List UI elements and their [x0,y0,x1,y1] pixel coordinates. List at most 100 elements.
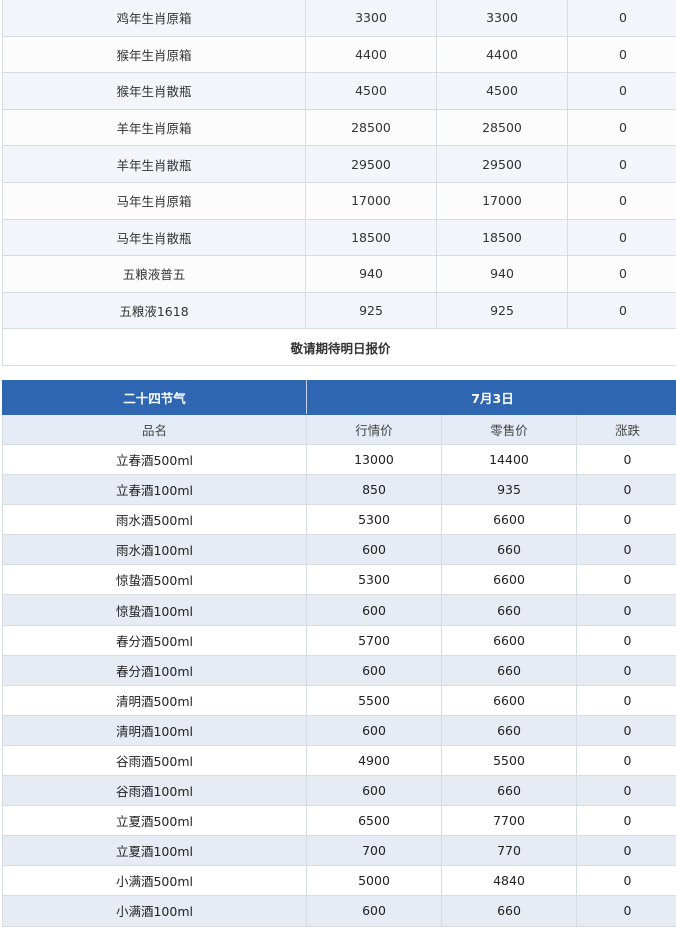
table-row: 五粮液普五 940 940 0 [3,256,676,293]
price-change: 0 [577,565,676,595]
retail-price: 7700 [442,806,577,836]
market-price: 850 [307,475,442,505]
retail-price: 3300 [437,0,568,36]
price-change: 0 [577,715,676,745]
product-name: 五粮液普五 [3,256,306,293]
retail-price: 18500 [437,219,568,256]
retail-price: 935 [442,475,577,505]
retail-price: 5500 [442,745,577,775]
price-change: 0 [568,292,676,329]
price-change: 0 [568,0,676,36]
retail-price: 770 [442,836,577,866]
retail-price: 660 [442,535,577,565]
price-change: 0 [577,745,676,775]
retail-price: 6600 [442,685,577,715]
product-name: 鸡年生肖原箱 [3,0,306,36]
market-price: 925 [306,292,437,329]
product-name: 羊年生肖散瓶 [3,146,306,183]
market-price: 5700 [307,625,442,655]
price-change: 0 [568,73,676,110]
market-price: 600 [307,655,442,685]
price-change: 0 [568,36,676,73]
quote-date: 7月3日 [307,381,676,415]
table-row: 羊年生肖原箱 28500 28500 0 [3,109,676,146]
table-row: 春分酒500ml 5700 6600 0 [3,625,676,655]
retail-price: 4840 [442,866,577,896]
product-name: 羊年生肖原箱 [3,109,306,146]
table-row: 立夏酒100ml 700 770 0 [3,836,676,866]
table-row: 惊蛰酒500ml 5300 6600 0 [3,565,676,595]
retail-price: 6600 [442,625,577,655]
product-name: 清明酒100ml [3,715,307,745]
table-row: 鸡年生肖原箱 3300 3300 0 [3,0,676,36]
retail-price: 17000 [437,182,568,219]
price-change: 0 [577,625,676,655]
table-row: 雨水酒100ml 600 660 0 [3,535,676,565]
table-row: 春分酒100ml 600 660 0 [3,655,676,685]
market-price: 29500 [306,146,437,183]
price-change: 0 [568,256,676,293]
price-change: 0 [568,146,676,183]
price-change: 0 [568,182,676,219]
market-price: 3300 [306,0,437,36]
price-table-solar-terms: 二十四节气 7月3日 品名 行情价 零售价 涨跌 立春酒500ml 13000 … [2,380,676,927]
product-name: 立夏酒500ml [3,806,307,836]
table-row: 小满酒100ml 600 660 0 [3,896,676,926]
market-price: 5000 [307,866,442,896]
product-name: 小满酒500ml [3,866,307,896]
table-row: 立春酒500ml 13000 14400 0 [3,445,676,475]
price-change: 0 [577,776,676,806]
product-name: 马年生肖原箱 [3,182,306,219]
market-price: 700 [307,836,442,866]
retail-price: 660 [442,655,577,685]
product-name: 立春酒100ml [3,475,307,505]
retail-price: 940 [437,256,568,293]
price-change: 0 [577,655,676,685]
table-row: 羊年生肖散瓶 29500 29500 0 [3,146,676,183]
market-price: 940 [306,256,437,293]
market-price: 600 [307,715,442,745]
product-name: 五粮液1618 [3,292,306,329]
table-row: 清明酒500ml 5500 6600 0 [3,685,676,715]
table-row: 谷雨酒100ml 600 660 0 [3,776,676,806]
price-change: 0 [568,219,676,256]
market-price: 5300 [307,505,442,535]
market-price: 4900 [307,745,442,775]
product-name: 谷雨酒500ml [3,745,307,775]
price-change: 0 [577,475,676,505]
table-row: 五粮液1618 925 925 0 [3,292,676,329]
tomorrow-quote-note: 敬请期待明日报价 [3,329,676,366]
table-row: 马年生肖原箱 17000 17000 0 [3,182,676,219]
market-price: 4500 [306,73,437,110]
table-row: 谷雨酒500ml 4900 5500 0 [3,745,676,775]
product-name: 雨水酒500ml [3,505,307,535]
market-price: 600 [307,595,442,625]
column-header-name: 品名 [3,415,307,445]
market-price: 5300 [307,565,442,595]
product-name: 立春酒500ml [3,445,307,475]
table-row: 立春酒100ml 850 935 0 [3,475,676,505]
price-change: 0 [577,535,676,565]
product-name: 春分酒500ml [3,625,307,655]
market-price: 4400 [306,36,437,73]
price-change: 0 [577,505,676,535]
column-header-change: 涨跌 [577,415,676,445]
retail-price: 14400 [442,445,577,475]
table-row: 马年生肖散瓶 18500 18500 0 [3,219,676,256]
product-name: 惊蛰酒500ml [3,565,307,595]
retail-price: 660 [442,896,577,926]
table-row: 猴年生肖原箱 4400 4400 0 [3,36,676,73]
table-row: 清明酒100ml 600 660 0 [3,715,676,745]
price-change: 0 [577,595,676,625]
column-header-row: 品名 行情价 零售价 涨跌 [3,415,676,445]
product-name: 春分酒100ml [3,655,307,685]
table-row: 猴年生肖散瓶 4500 4500 0 [3,73,676,110]
price-change: 0 [577,836,676,866]
table-header-row: 二十四节气 7月3日 [3,381,676,415]
product-name: 清明酒500ml [3,685,307,715]
market-price: 18500 [306,219,437,256]
retail-price: 925 [437,292,568,329]
price-change: 0 [577,806,676,836]
product-name: 马年生肖散瓶 [3,219,306,256]
price-change: 0 [577,866,676,896]
